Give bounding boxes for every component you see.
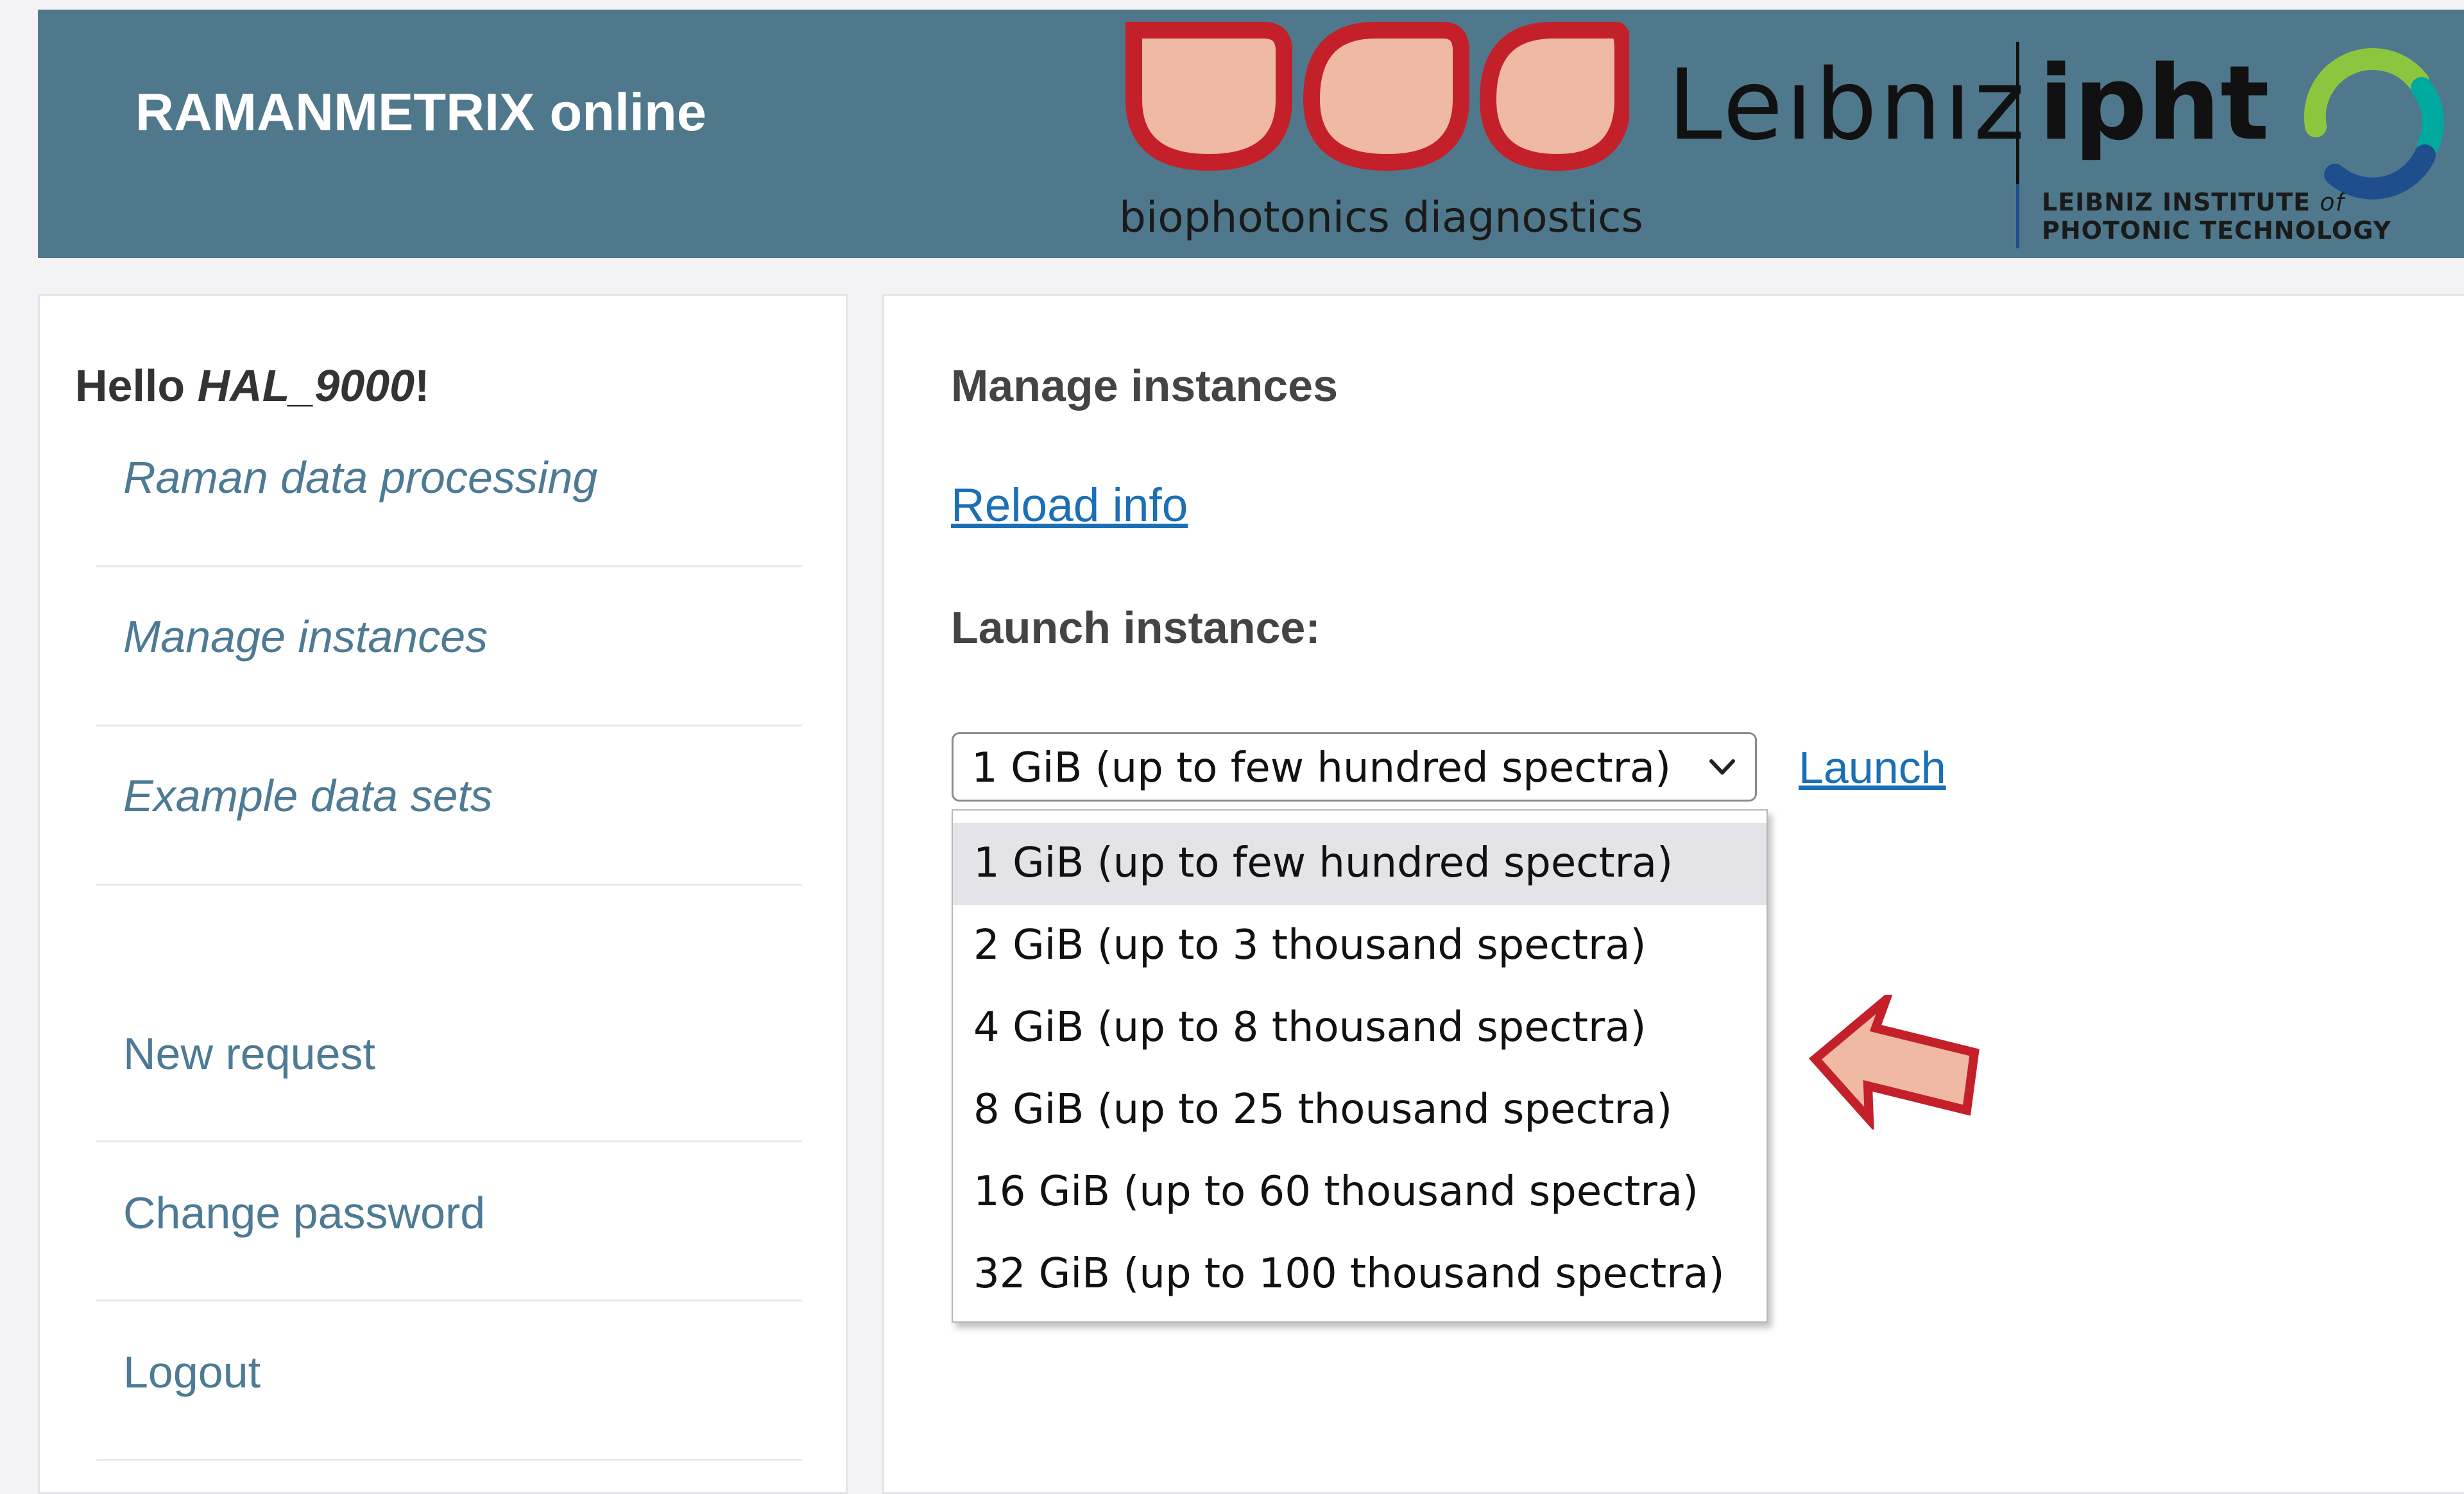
sidebar-item-change-password[interactable]: Change password [96,1142,802,1301]
sidebar-item-raman-data-processing[interactable]: Raman data processing [96,408,802,567]
ipht-ring-icon [2304,48,2444,200]
launch-link[interactable]: Launch [1799,742,1946,793]
bpd-caption: biophotonics diagnostics [1119,193,1643,242]
header-bar: RAMANMETRIX online biophotonics diagnost… [38,10,2464,258]
app-title-bold: RAMANMETRIX [135,82,535,142]
option-label: 1 GiB (up to few hundred spectra) [973,839,1673,887]
main-panel: Manage instances Reload info Launch inst… [882,294,2464,1494]
launch-instance-heading: Launch instance: [951,603,1321,653]
sidebar-item-label: Logout [123,1347,261,1397]
sidebar-item-label: Manage instances [123,612,488,662]
sidebar: Hello HAL_9000! Raman data processing Ma… [38,294,848,1494]
ipht-subtitle-line1: LEIBNIZ INSTITUTE [2042,188,2320,216]
option-label: 4 GiB (up to 8 thousand spectra) [973,1004,1647,1051]
sidebar-item-manage-instances[interactable]: Manage instances [96,567,802,726]
sidebar-item-new-request[interactable]: New request [96,983,802,1142]
app-title[interactable]: RAMANMETRIX online [135,82,706,143]
option-label: 32 GiB (up to 100 thousand spectra) [973,1250,1725,1298]
reload-info-link[interactable]: Reload info [951,479,1188,532]
sidebar-item-label: Example data sets [123,771,493,821]
dropdown-option-2gib[interactable]: 2 GiB (up to 3 thousand spectra) [953,905,1767,987]
ipht-logo-text: ipht [2039,43,2270,163]
select-value: 1 GiB (up to few hundred spectra) [971,744,1672,792]
greeting-username: HAL_9000 [197,361,415,411]
instance-size-select[interactable]: 1 GiB (up to few hundred spectra) [952,732,1757,802]
sidebar-item-example-data-sets[interactable]: Example data sets [96,726,802,886]
logo-divider-accent [2016,184,2019,248]
sidebar-item-label: Change password [123,1188,486,1238]
option-label: 2 GiB (up to 3 thousand spectra) [973,922,1647,969]
left-arrow-icon [1808,995,1980,1129]
ipht-subtitle-line2: PHOTONIC TECHNOLOGY [2042,216,2391,245]
sidebar-item-logout[interactable]: Logout [96,1301,802,1461]
dropdown-option-32gib[interactable]: 32 GiB (up to 100 thousand spectra) [953,1233,1767,1316]
dropdown-option-16gib[interactable]: 16 GiB (up to 60 thousand spectra) [953,1151,1767,1233]
page-title: Manage instances [951,361,1338,411]
greeting: Hello HAL_9000! [75,360,429,411]
greeting-suffix: ! [415,361,430,411]
dropdown-option-4gib[interactable]: 4 GiB (up to 8 thousand spectra) [953,987,1767,1069]
dropdown-option-8gib[interactable]: 8 GiB (up to 25 thousand spectra) [953,1069,1767,1151]
dropdown-option-1gib[interactable]: 1 GiB (up to few hundred spectra) [953,823,1767,905]
option-label: 8 GiB (up to 25 thousand spectra) [973,1086,1673,1133]
app-title-rest: online [535,82,706,142]
greeting-prefix: Hello [75,361,198,411]
sidebar-item-label: Raman data processing [123,452,598,502]
chevron-down-icon [1709,759,1735,775]
option-label: 16 GiB (up to 60 thousand spectra) [973,1168,1698,1215]
sidebar-item-label: New request [123,1029,375,1079]
leibniz-logo-text: Leıbnız [1668,48,2028,162]
select-dropdown-list: 1 GiB (up to few hundred spectra) 2 GiB … [952,809,1768,1323]
